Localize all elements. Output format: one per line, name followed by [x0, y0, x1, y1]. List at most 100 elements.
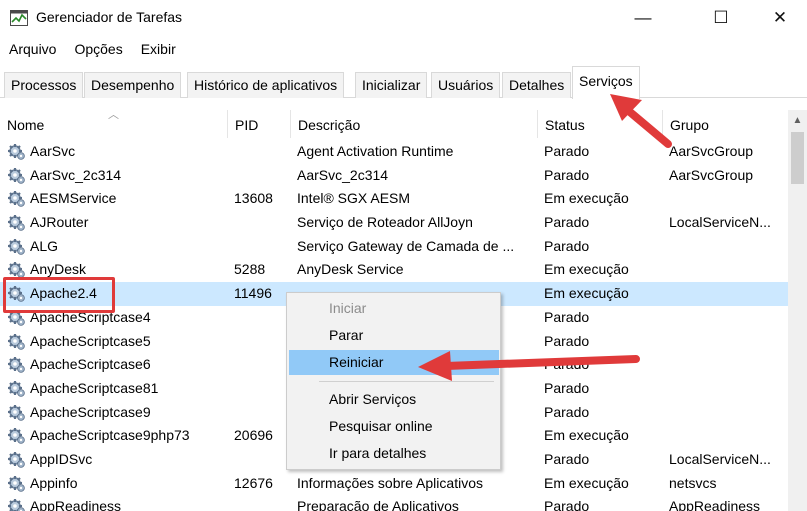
- menu-item-search-online[interactable]: Pesquisar online: [289, 414, 499, 439]
- gear-icon: [8, 404, 25, 421]
- service-name: AnyDesk: [30, 261, 87, 278]
- minimize-button[interactable]: —: [620, 0, 666, 36]
- service-row-15[interactable]: AppReadiness Preparação de Aplicativos P…: [0, 495, 788, 511]
- service-group: AppReadiness: [669, 498, 761, 511]
- service-name: AppReadiness: [30, 498, 122, 511]
- service-status: Parado: [544, 498, 590, 511]
- tab-bar: Processos Desempenho Histórico de aplica…: [0, 64, 807, 99]
- vertical-scrollbar[interactable]: ▲: [788, 110, 807, 511]
- close-button[interactable]: ✕: [757, 0, 803, 36]
- gear-icon: [8, 475, 25, 492]
- column-group[interactable]: Grupo: [662, 110, 788, 138]
- service-row-14[interactable]: Appinfo 12676 Informações sobre Aplicati…: [0, 472, 788, 496]
- service-row-4[interactable]: ALG Serviço Gateway de Camada de ... Par…: [0, 235, 788, 259]
- service-group: netsvcs: [669, 474, 717, 491]
- menu-item-start[interactable]: Iniciar: [289, 296, 499, 321]
- column-name-label: Nome: [7, 117, 45, 133]
- column-description-label: Descrição: [298, 117, 361, 133]
- service-description: Agent Activation Runtime: [297, 143, 454, 159]
- service-status: Em execução: [544, 190, 629, 207]
- column-status-label: Status: [545, 117, 585, 133]
- service-description: Preparação de Aplicativos: [297, 498, 459, 511]
- service-group: AarSvcGroup: [669, 166, 754, 183]
- service-name: Appinfo: [30, 474, 78, 491]
- gear-icon: [8, 380, 25, 397]
- service-group: AarSvcGroup: [669, 143, 754, 159]
- service-status: Parado: [544, 214, 590, 231]
- tab-usuarios[interactable]: Usuários: [431, 72, 501, 98]
- service-status: Em execução: [544, 427, 629, 444]
- service-name: AarSvc: [30, 143, 76, 159]
- menu-opcoes[interactable]: Opções: [65, 38, 131, 62]
- service-name: ALG: [30, 237, 59, 254]
- sort-up-icon: ︿: [108, 109, 119, 121]
- gear-icon: [8, 428, 25, 445]
- arrow-to-restart: [418, 351, 640, 381]
- service-row-1[interactable]: AarSvc_2c314 AarSvc_2c314 Parado AarSvcG…: [0, 164, 788, 188]
- menu-bar: Arquivo Opções Exibir: [0, 38, 807, 62]
- service-pid: 5288: [234, 261, 266, 278]
- window-title: Gerenciador de Tarefas: [36, 9, 183, 25]
- gear-icon: [8, 144, 25, 160]
- service-status: Em execução: [544, 474, 629, 491]
- column-pid-label: PID: [235, 117, 259, 133]
- service-row-5[interactable]: AnyDesk 5288 AnyDesk Service Em execução: [0, 258, 788, 282]
- service-status: Parado: [544, 237, 590, 254]
- arrow-to-services-tab: [610, 94, 672, 148]
- gear-icon: [8, 215, 25, 231]
- service-name: ApacheScriptcase5: [30, 332, 151, 349]
- service-name: AESMService: [30, 190, 117, 207]
- service-pid: 11496: [234, 285, 272, 302]
- service-status: Parado: [544, 308, 590, 325]
- menu-item-go-to-details[interactable]: Ir para detalhes: [289, 441, 499, 466]
- service-status: Em execução: [544, 285, 629, 302]
- title-bar: Gerenciador de Tarefas — ☐ ✕: [0, 0, 807, 36]
- gear-icon: [8, 238, 25, 255]
- service-name: ApacheScriptcase81: [30, 379, 159, 396]
- service-status: Parado: [544, 450, 590, 467]
- service-name: ApacheScriptcase9: [30, 403, 151, 420]
- service-description: Informações sobre Aplicativos: [297, 474, 483, 491]
- tab-detalhes[interactable]: Detalhes: [502, 72, 572, 98]
- column-name[interactable]: Nome ︿: [0, 109, 226, 138]
- column-description[interactable]: Descrição: [290, 110, 537, 138]
- service-row-2[interactable]: AESMService 13608 Intel® SGX AESM Em exe…: [0, 187, 788, 211]
- highlight-box: [3, 277, 115, 313]
- maximize-button[interactable]: ☐: [698, 0, 744, 36]
- tab-desempenho[interactable]: Desempenho: [84, 72, 182, 98]
- service-pid: 13608: [234, 190, 273, 207]
- service-name: AarSvc_2c314: [30, 166, 122, 183]
- service-status: Em execução: [544, 261, 629, 278]
- service-pid: 20696: [234, 427, 273, 444]
- gear-icon: [8, 333, 25, 350]
- service-pid: 12676: [234, 474, 273, 491]
- gear-icon: [8, 357, 25, 373]
- menu-arquivo[interactable]: Arquivo: [0, 38, 65, 62]
- service-name: ApacheScriptcase9php73: [30, 427, 190, 444]
- service-description: AnyDesk Service: [297, 261, 404, 278]
- task-manager-icon: [10, 10, 28, 26]
- gear-icon: [8, 191, 25, 208]
- scrollbar-thumb[interactable]: [791, 132, 804, 184]
- service-description: AarSvc_2c314: [297, 166, 389, 183]
- menu-item-open-services[interactable]: Abrir Serviços: [289, 387, 499, 412]
- service-group: LocalServiceN...: [669, 450, 771, 467]
- service-status: Parado: [544, 403, 590, 420]
- gear-icon: [8, 167, 25, 184]
- service-status: Parado: [544, 166, 590, 183]
- service-description: Serviço de Roteador AllJoyn: [297, 214, 473, 231]
- service-description: Intel® SGX AESM: [297, 190, 411, 207]
- tab-inicializar[interactable]: Inicializar: [355, 72, 428, 98]
- service-name: ApacheScriptcase6: [30, 356, 151, 373]
- gear-icon: [8, 499, 25, 511]
- tab-historico[interactable]: Histórico de aplicativos: [187, 72, 345, 98]
- gear-icon: [8, 451, 25, 468]
- scroll-up-icon[interactable]: ▲: [788, 112, 807, 130]
- service-name: AppIDSvc: [30, 450, 93, 467]
- service-description: Serviço Gateway de Camada de ...: [297, 237, 515, 254]
- service-group: LocalServiceN...: [669, 214, 771, 231]
- service-row-3[interactable]: AJRouter Serviço de Roteador AllJoyn Par…: [0, 211, 788, 235]
- tab-processos[interactable]: Processos: [4, 72, 84, 98]
- column-pid[interactable]: PID: [227, 110, 290, 138]
- menu-exibir[interactable]: Exibir: [132, 38, 185, 62]
